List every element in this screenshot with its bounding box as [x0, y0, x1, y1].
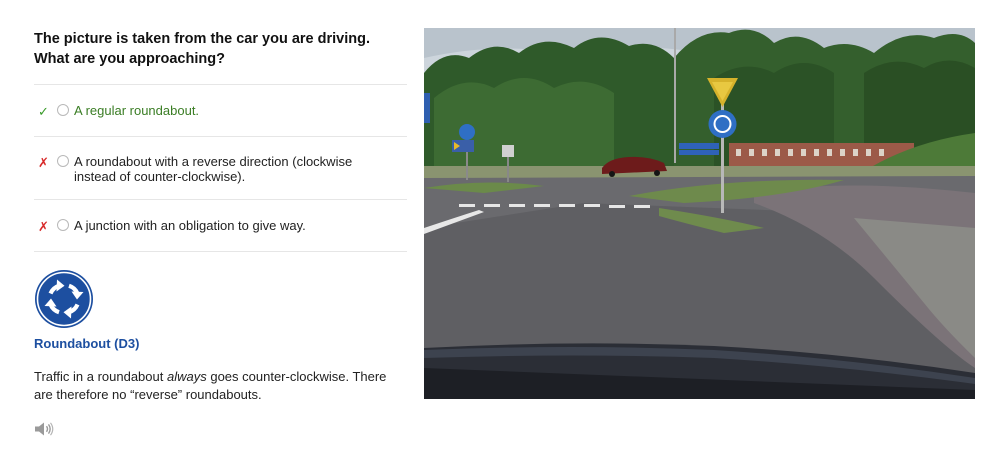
checkmark-icon: ✓	[38, 104, 49, 119]
speaker-icon[interactable]	[34, 421, 54, 437]
answer-option-3[interactable]: ✗ A junction with an obligation to give …	[34, 200, 407, 252]
answer-label-3: A junction with an obligation to give wa…	[74, 218, 306, 233]
question-line-1: The picture is taken from the car you ar…	[34, 31, 371, 47]
answer-label-2: A roundabout with a reverse direction (c…	[74, 154, 353, 184]
answer-list: ✓ A regular roundabout. ✗ A roundabout w…	[34, 84, 407, 252]
roundabout-sign-icon	[34, 269, 94, 329]
road-photo	[424, 28, 975, 399]
sign-name: Roundabout (D3)	[34, 336, 140, 351]
cross-icon: ✗	[38, 219, 49, 234]
cross-icon: ✗	[38, 155, 49, 170]
answer-radio-3[interactable]	[57, 219, 69, 231]
question-line-2: What are you approaching?	[34, 51, 225, 67]
answer-option-2[interactable]: ✗ A roundabout with a reverse direction …	[34, 137, 407, 200]
explanation-emphasis: always	[166, 369, 207, 384]
answer-radio-1[interactable]	[57, 104, 69, 116]
question-text: The picture is taken from the car you ar…	[34, 29, 407, 69]
answer-label-1: A regular roundabout.	[74, 103, 200, 118]
answer-option-1[interactable]: ✓ A regular roundabout.	[34, 85, 407, 137]
answer-radio-2[interactable]	[57, 155, 69, 167]
question-panel: The picture is taken from the car you ar…	[34, 29, 407, 436]
explanation-text: Traffic in a roundabout always goes coun…	[34, 369, 387, 402]
